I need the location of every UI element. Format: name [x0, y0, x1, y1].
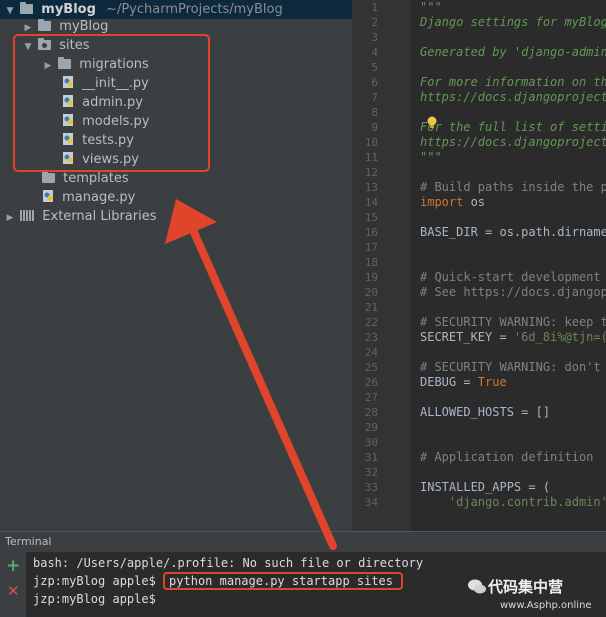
- watermark-text: 代码集中营: [488, 578, 564, 596]
- annotation-arrow: [165, 199, 337, 550]
- watermark-url: www.Asphp.online: [500, 600, 592, 611]
- wechat-icon: [468, 579, 486, 594]
